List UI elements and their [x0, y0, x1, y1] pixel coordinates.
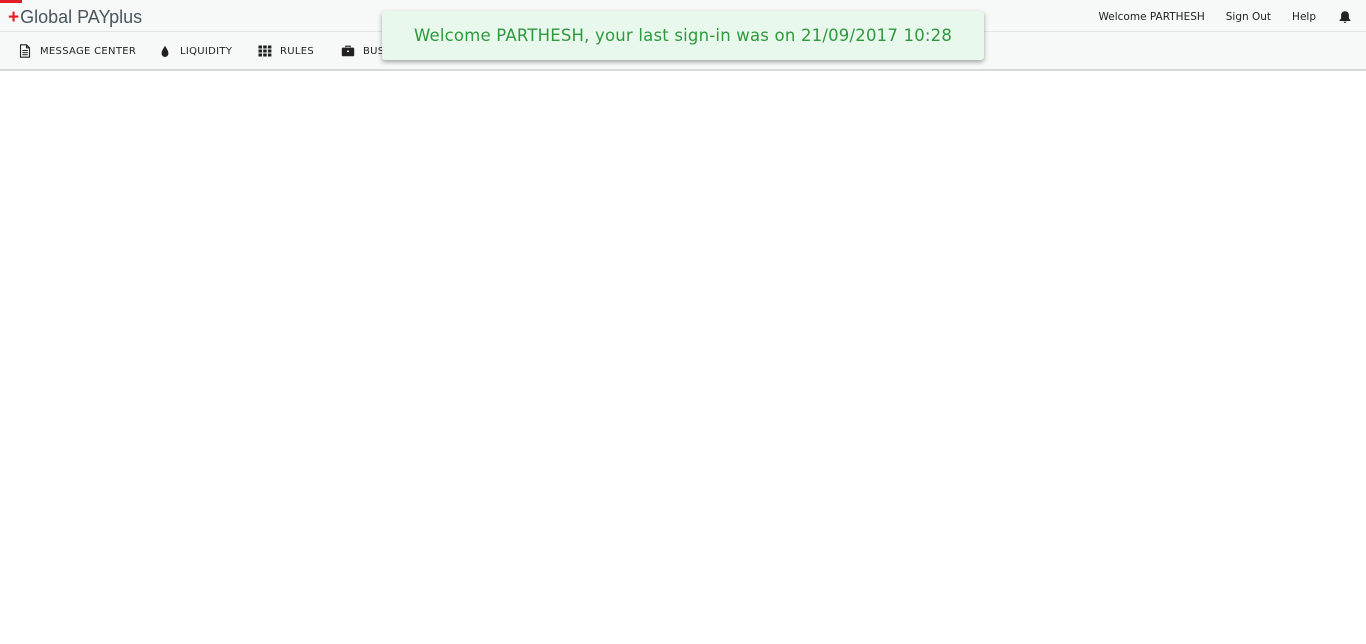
nav-business[interactable]: BUS [341, 43, 384, 59]
logo-text: Global PAYplus [20, 6, 143, 27]
help-link[interactable]: Help [1292, 11, 1316, 23]
briefcase-icon [341, 44, 355, 58]
toast-message: Welcome PARTHESH, your last sign-in was … [413, 26, 953, 45]
grid-icon [258, 44, 272, 58]
nav-message-center-label: MESSAGE CENTER [40, 45, 137, 57]
nav-message-center[interactable]: MESSAGE CENTER [18, 43, 136, 59]
sign-out-link[interactable]: Sign Out [1226, 11, 1271, 23]
logo-plus: + [8, 6, 20, 28]
brand-accent [0, 0, 22, 3]
bell-icon[interactable] [1338, 10, 1352, 24]
welcome-toast: Welcome PARTHESH, your last sign-in was … [382, 11, 984, 60]
app-window: + Global PAYplus Welcome PARTHESH Sign O… [0, 0, 1366, 644]
drop-icon [158, 44, 172, 58]
document-icon [18, 44, 32, 58]
main-content-area [0, 72, 1366, 644]
welcome-user-text: Welcome PARTHESH [1098, 11, 1205, 23]
app-logo[interactable]: + Global PAYplus [8, 6, 142, 28]
nav-rules-label: RULES [280, 45, 315, 57]
nav-liquidity[interactable]: LIQUIDITY [158, 43, 232, 59]
nav-rules[interactable]: RULES [258, 43, 314, 59]
user-menu: Welcome PARTHESH Sign Out Help [1099, 10, 1352, 24]
nav-liquidity-label: LIQUIDITY [180, 45, 233, 57]
